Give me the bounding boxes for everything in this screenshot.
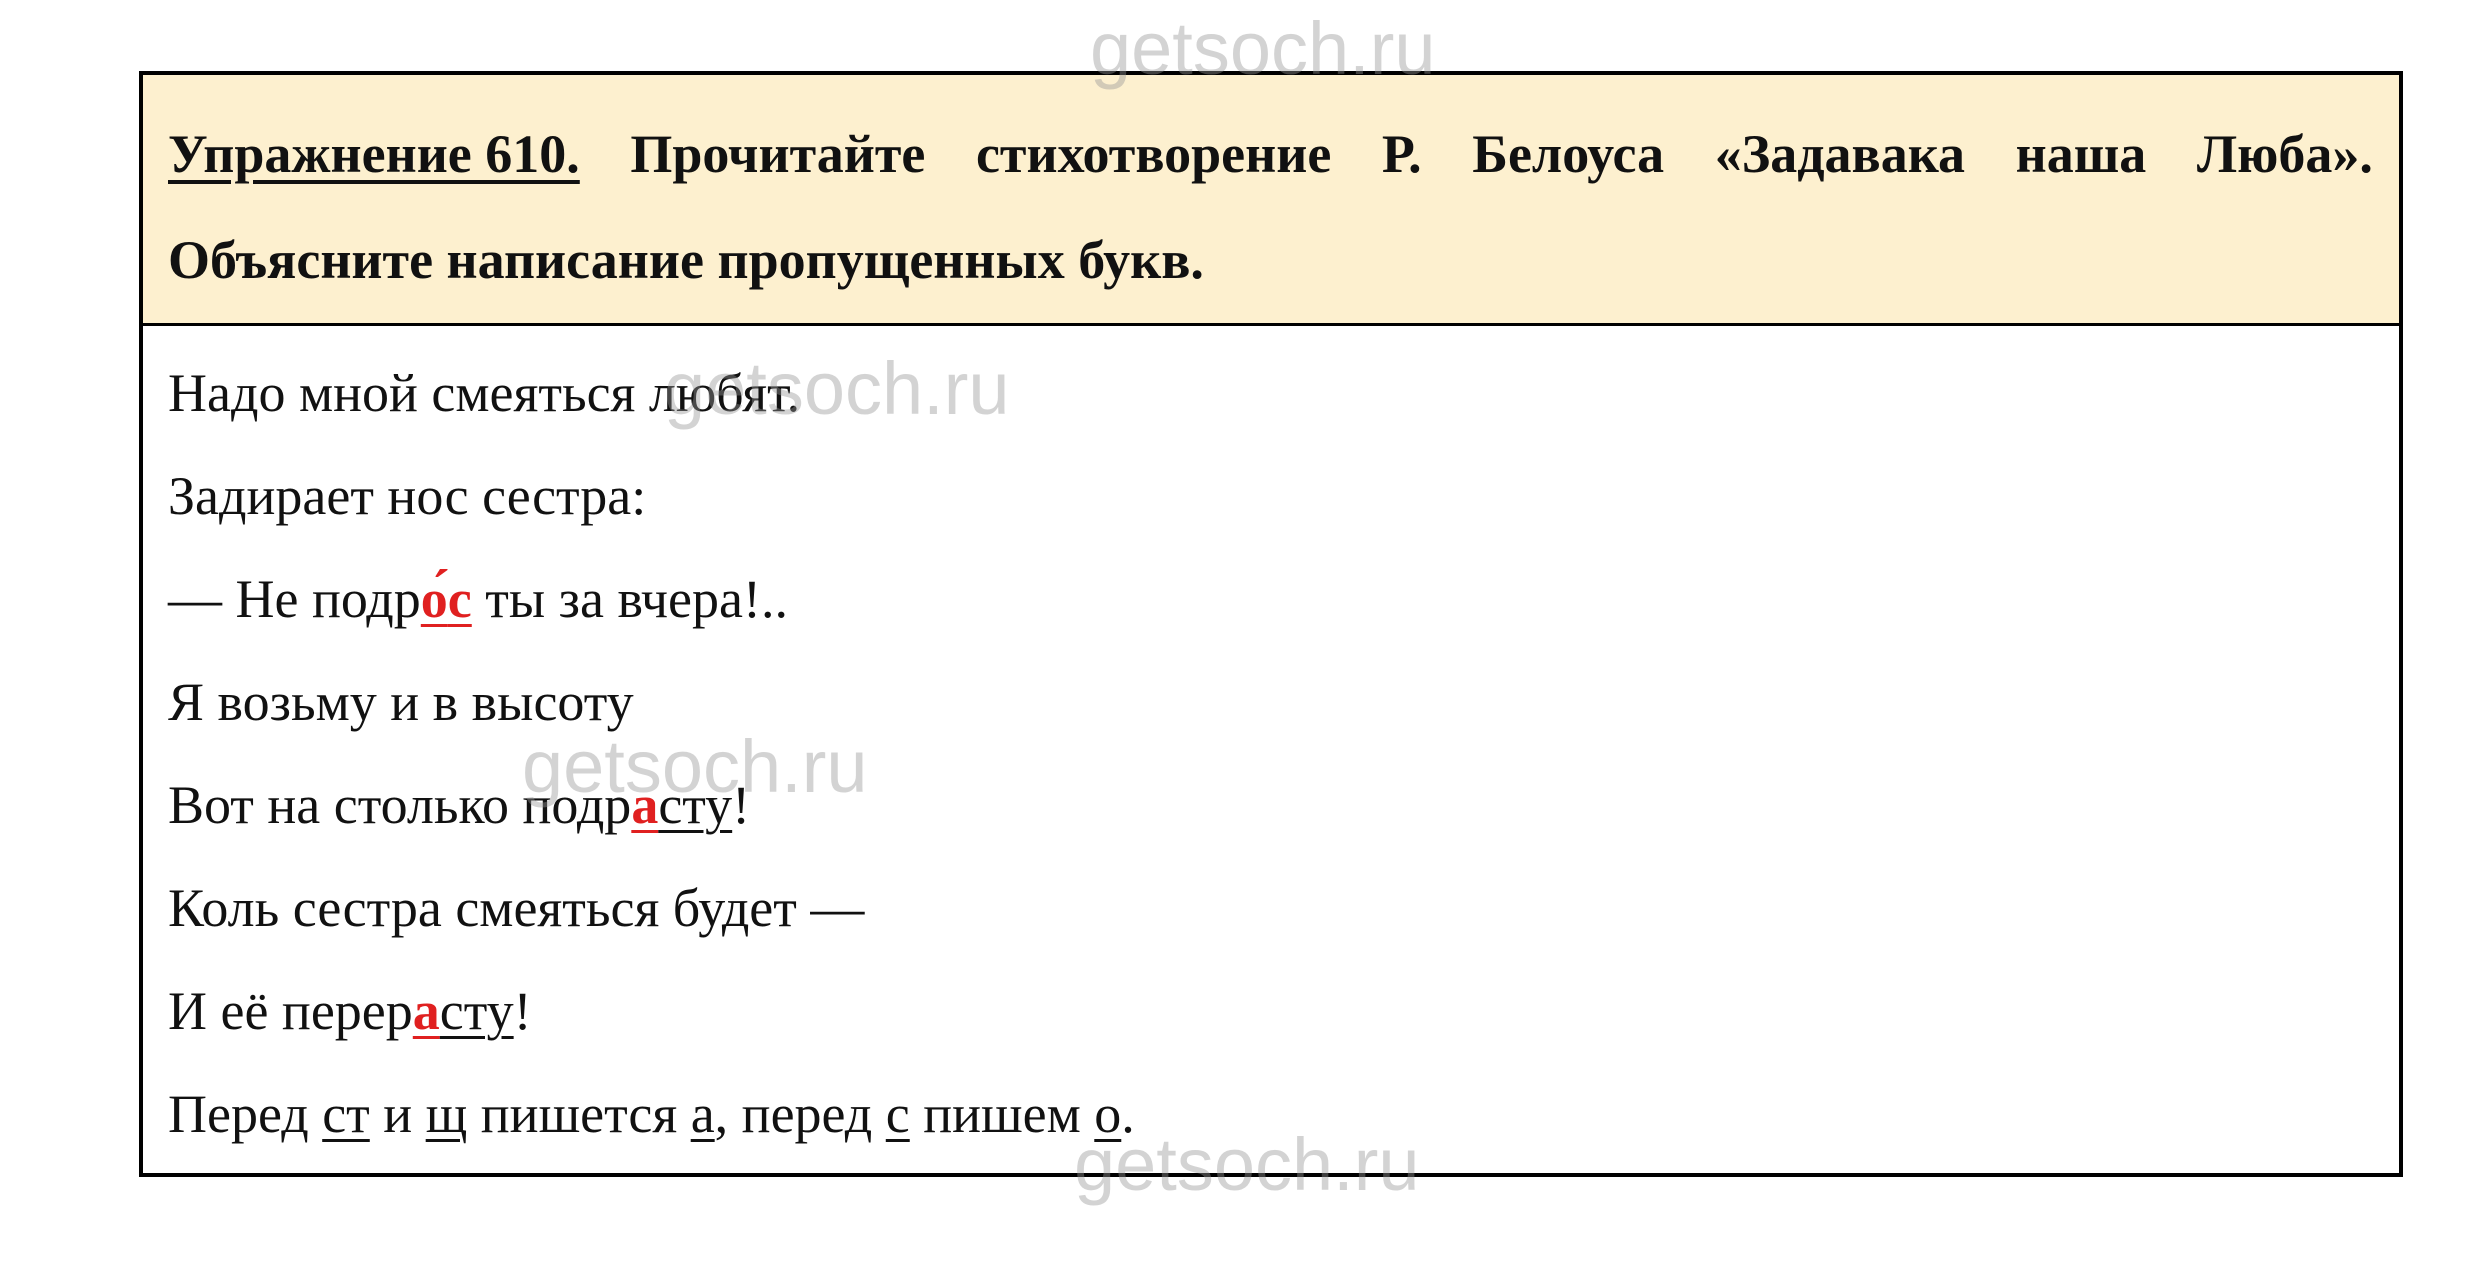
poem-line: Коль сестра смеяться будет — bbox=[168, 878, 865, 938]
instruction-word: стихотворение bbox=[975, 124, 1332, 184]
poem-text: Вот на столько подр bbox=[168, 775, 632, 835]
poem-text: ! bbox=[513, 981, 532, 1041]
poem-text: ты за вчера!.. bbox=[471, 569, 788, 629]
exercise-number: Упражнение 610. bbox=[168, 124, 580, 184]
instruction-word: наша bbox=[2015, 124, 2147, 184]
inserted-letter: о́с bbox=[420, 569, 472, 629]
poem-text: И её перер bbox=[168, 981, 413, 1041]
instruction-word: Белоуса bbox=[1472, 124, 1665, 184]
poem-text: — Не подр bbox=[168, 569, 421, 629]
exercise-header: Упражнение 610. Прочитайте стихотворение… bbox=[143, 75, 2399, 326]
rule-underlined: с bbox=[885, 1084, 910, 1144]
poem-line: Надо мной смеяться любят. bbox=[168, 363, 801, 423]
inserted-letter: а bbox=[412, 981, 440, 1041]
poem-line: Я возьму и в высоту bbox=[168, 672, 634, 732]
root-suffix: сту bbox=[658, 775, 733, 835]
rule-underlined: о bbox=[1094, 1084, 1122, 1144]
rule-underlined: щ bbox=[425, 1084, 468, 1144]
inserted-letter: а bbox=[631, 775, 659, 835]
exercise-title-line: Упражнение 610. Прочитайте стихотворение… bbox=[168, 101, 2373, 207]
root-suffix: сту bbox=[439, 981, 514, 1041]
poem-line: И её перерасту! bbox=[168, 960, 2374, 1063]
page: getsoch.ru getsoch.ru getsoch.ru getsoch… bbox=[0, 0, 2484, 1281]
rule-underlined: а bbox=[690, 1084, 715, 1144]
answer-body: Надо мной смеяться любят. Задирает нос с… bbox=[143, 326, 2399, 1166]
spelling-rule: Перед ст и щ пишется а, перед с пишем о. bbox=[168, 1084, 1135, 1144]
instruction-word: Прочитайте bbox=[630, 124, 926, 184]
instruction-word: Р. bbox=[1381, 124, 1422, 184]
poem-text: ! bbox=[732, 775, 751, 835]
exercise-card: Упражнение 610. Прочитайте стихотворение… bbox=[139, 71, 2403, 1177]
exercise-instruction-line2: Объясните написание пропущенных букв. bbox=[168, 230, 1204, 290]
poem-line: — Не подро́с ты за вчера!.. bbox=[168, 548, 2374, 651]
rule-underlined: ст bbox=[322, 1084, 370, 1144]
poem-line: Задирает нос сестра: bbox=[168, 466, 647, 526]
instruction-word: «Задавака bbox=[1714, 124, 1966, 184]
instruction-word: Люба». bbox=[2196, 124, 2373, 184]
poem-line: Вот на столько подрасту! bbox=[168, 754, 2374, 857]
